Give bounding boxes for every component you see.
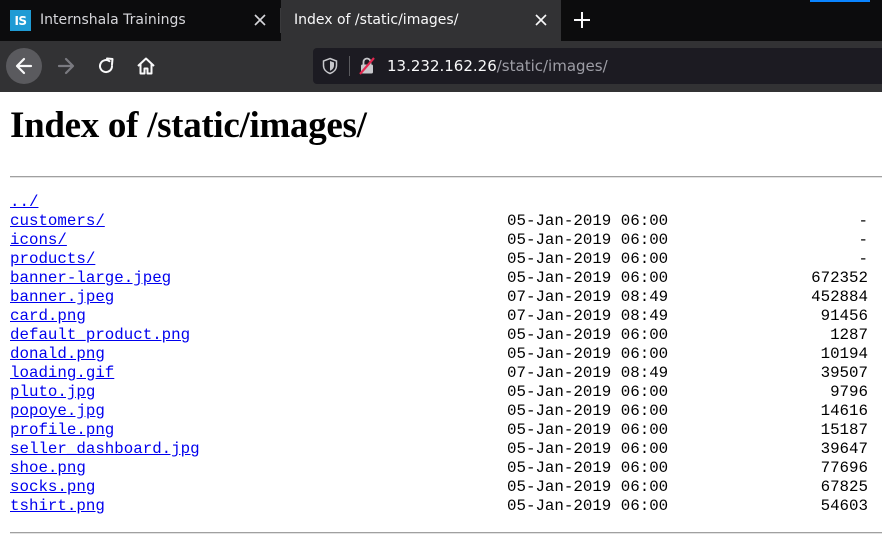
tab-title: Internshala Trainings: [40, 12, 186, 28]
page-title: Index of /static/images/: [10, 105, 367, 146]
list-item: tshirt.png 05-Jan-2019 06:00 54603: [10, 497, 882, 516]
reload-button[interactable]: [88, 48, 124, 84]
url-text[interactable]: 13.232.162.26/static/images/: [387, 57, 608, 75]
list-item: popoye.jpg 05-Jan-2019 06:00 14616: [10, 402, 882, 421]
file-size: 39647: [820, 440, 868, 458]
list-item: socks.png 05-Jan-2019 06:00 67825: [10, 478, 882, 497]
list-item: customers/05-Jan-2019 06:00 -: [10, 212, 882, 231]
file-link[interactable]: default_product.png: [10, 326, 190, 345]
file-link[interactable]: icons/: [10, 231, 67, 250]
list-item: products/05-Jan-2019 06:00 -: [10, 250, 882, 269]
modified-date: 05-Jan-2019 06:00: [507, 478, 669, 496]
file-size: -: [858, 212, 868, 230]
file-size: -: [858, 250, 868, 268]
modified-date: 05-Jan-2019 06:00: [507, 421, 669, 439]
list-item: banner-large.jpeg 05-Jan-2019 06:00 672352: [10, 269, 882, 288]
url-bar-separator: [349, 56, 350, 76]
modified-date: 05-Jan-2019 06:00: [507, 231, 669, 249]
directory-listing: ../ customers/05-Jan-2019 06:00- icons/05…: [10, 193, 882, 516]
forward-button[interactable]: [48, 48, 84, 84]
forward-arrow-icon: [57, 57, 75, 75]
file-link[interactable]: socks.png: [10, 478, 95, 497]
back-button[interactable]: [6, 48, 42, 84]
list-item: banner.jpeg 07-Jan-2019 08:49 452884: [10, 288, 882, 307]
modified-date: 05-Jan-2019 06:00: [507, 326, 669, 344]
file-link[interactable]: seller_dashboard.jpg: [10, 440, 200, 459]
file-size: 67825: [820, 478, 868, 496]
list-item: donald.png 05-Jan-2019 06:00 10194: [10, 345, 882, 364]
home-icon: [137, 57, 155, 75]
file-size: 39507: [820, 364, 868, 382]
file-size: 1287: [830, 326, 868, 344]
modified-date: 05-Jan-2019 06:00: [507, 250, 669, 268]
file-size: 77696: [820, 459, 868, 477]
tab-index-of-static-images[interactable]: Index of /static/images/: [281, 0, 561, 41]
tab-title: Index of /static/images/: [294, 12, 459, 28]
close-icon[interactable]: [252, 12, 268, 28]
file-link[interactable]: pluto.jpg: [10, 383, 95, 402]
file-link[interactable]: profile.png: [10, 421, 114, 440]
parent-directory-link[interactable]: ../: [10, 193, 38, 212]
file-link[interactable]: products/: [10, 250, 95, 269]
file-link[interactable]: customers/: [10, 212, 105, 231]
modified-date: 05-Jan-2019 06:00: [507, 402, 669, 420]
parent-directory-row: ../: [10, 193, 882, 212]
file-size: 9796: [830, 383, 868, 401]
window-accent-strip: [810, 0, 870, 2]
modified-date: 05-Jan-2019 06:00: [507, 345, 669, 363]
modified-date: 05-Jan-2019 06:00: [507, 383, 669, 401]
file-link[interactable]: popoye.jpg: [10, 402, 105, 421]
file-size: -: [858, 231, 868, 249]
navigation-toolbar: 13.232.162.26/static/images/: [0, 41, 882, 92]
tab-internshala-trainings[interactable]: IS Internshala Trainings: [0, 0, 280, 41]
file-link[interactable]: loading.gif: [10, 364, 114, 383]
file-link[interactable]: banner.jpeg: [10, 288, 114, 307]
reload-icon: [99, 57, 114, 74]
file-size: 452884: [811, 288, 868, 306]
file-link[interactable]: banner-large.jpeg: [10, 269, 171, 288]
back-arrow-icon: [15, 57, 33, 75]
list-item: loading.gif 07-Jan-2019 08:49 39507: [10, 364, 882, 383]
top-divider: [10, 176, 882, 178]
file-link[interactable]: card.png: [10, 307, 86, 326]
list-item: card.png 07-Jan-2019 08:49 91456: [10, 307, 882, 326]
list-item: icons/05-Jan-2019 06:00 -: [10, 231, 882, 250]
file-size: 14616: [820, 402, 868, 420]
file-link[interactable]: shoe.png: [10, 459, 86, 478]
tab-strip: IS Internshala Trainings Index of /stati…: [0, 0, 882, 41]
list-item: shoe.png 05-Jan-2019 06:00 77696: [10, 459, 882, 478]
url-bar[interactable]: 13.232.162.26/static/images/: [313, 48, 882, 84]
bottom-divider: [10, 532, 882, 534]
file-size: 54603: [820, 497, 868, 515]
plus-icon[interactable]: [571, 9, 593, 31]
file-size: 15187: [820, 421, 868, 439]
modified-date: 05-Jan-2019 06:00: [507, 497, 669, 515]
insecure-lock-icon[interactable]: [357, 56, 377, 76]
modified-date: 05-Jan-2019 06:00: [507, 269, 669, 287]
close-icon[interactable]: [533, 12, 549, 28]
list-item: seller_dashboard.jpg 05-Jan-2019 06:00 396…: [10, 440, 882, 459]
internshala-favicon-icon: IS: [10, 10, 31, 31]
list-item: default_product.png 05-Jan-2019 06:00 1287: [10, 326, 882, 345]
file-link[interactable]: donald.png: [10, 345, 105, 364]
tracking-shield-icon[interactable]: [321, 57, 339, 75]
url-host: 13.232.162.26: [387, 57, 497, 75]
page-content: Index of /static/images/ ../ customers/0…: [0, 92, 882, 538]
file-link[interactable]: tshirt.png: [10, 497, 105, 516]
home-button[interactable]: [128, 48, 164, 84]
modified-date: 07-Jan-2019 08:49: [507, 364, 669, 382]
file-size: 91456: [820, 307, 868, 325]
modified-date: 07-Jan-2019 08:49: [507, 307, 669, 325]
list-item: pluto.jpg 05-Jan-2019 06:00 9796: [10, 383, 882, 402]
list-item: profile.png 05-Jan-2019 06:00 15187: [10, 421, 882, 440]
file-size: 672352: [811, 269, 868, 287]
file-size: 10194: [820, 345, 868, 363]
url-path: /static/images/: [496, 57, 608, 75]
modified-date: 07-Jan-2019 08:49: [507, 288, 669, 306]
modified-date: 05-Jan-2019 06:00: [507, 459, 669, 477]
modified-date: 05-Jan-2019 06:00: [507, 440, 669, 458]
modified-date: 05-Jan-2019 06:00: [507, 212, 669, 230]
